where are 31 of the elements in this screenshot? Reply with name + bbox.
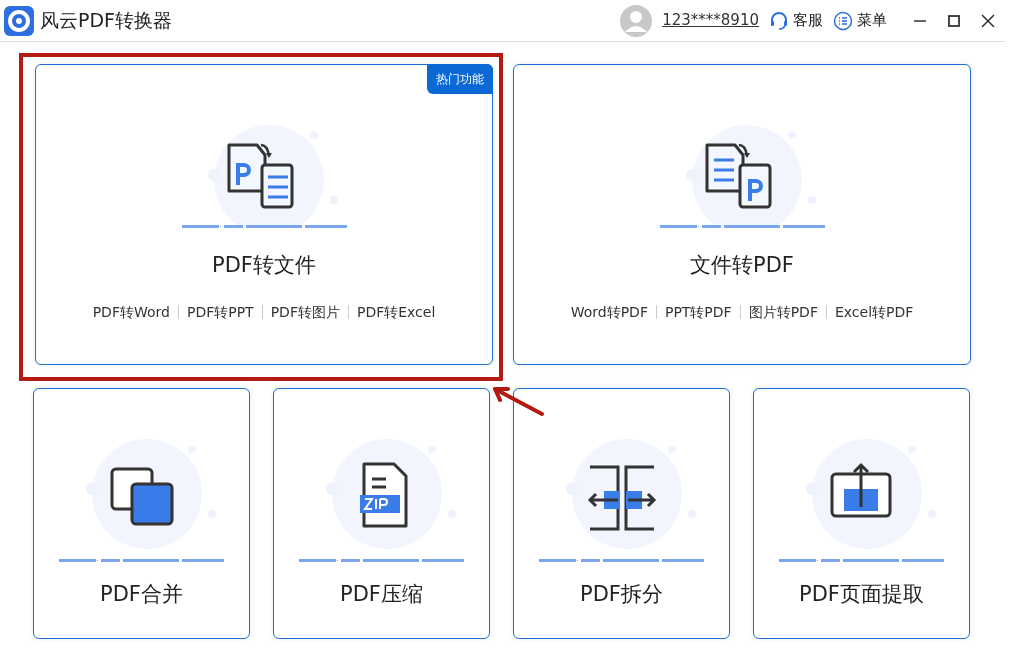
account-link[interactable]: 123****8910 [662, 9, 759, 32]
tool-card[interactable]: PDF压缩 [273, 388, 490, 639]
conversion-link[interactable]: Word转PDF [570, 301, 648, 323]
window-title: 风云PDF转换器 [40, 8, 173, 34]
menu-list-icon [833, 10, 853, 31]
menu-button[interactable]: 菜单 [833, 9, 887, 32]
conversion-link[interactable]: Excel转PDF [834, 301, 914, 323]
conversion-link[interactable]: 图片转PDF [748, 301, 818, 323]
conversion-link[interactable]: PDF转Excel [356, 301, 436, 323]
card-title: PDF压缩 [340, 581, 423, 608]
card-title: PDF转文件 [212, 252, 316, 279]
annotation-arrow [490, 384, 546, 418]
maximize-icon[interactable] [947, 13, 961, 28]
feature-card[interactable]: 文件转PDF Word转PDF PPT转PDF 图片转PDF Excel转PDF [513, 64, 971, 365]
conversion-link[interactable]: PDF转Word [92, 301, 170, 323]
card-title: PDF拆分 [580, 581, 663, 608]
feature-card[interactable]: PDF转文件 PDF转Word PDF转PPT PDF转图片 PDF转Excel 热门功能 [35, 64, 493, 365]
service-button[interactable]: 客服 [769, 9, 823, 32]
conversion-link[interactable]: PPT转PDF [664, 301, 732, 323]
close-icon[interactable] [981, 13, 995, 28]
card-title: PDF合并 [100, 581, 183, 608]
app-logo-icon [4, 5, 34, 36]
headset-icon [769, 10, 789, 31]
card-title: PDF页面提取 [799, 581, 924, 608]
hot-badge: 热门功能 [427, 64, 493, 94]
conversion-link[interactable]: PDF转图片 [270, 301, 340, 323]
conversion-link[interactable]: PDF转PPT [186, 301, 254, 323]
tool-card[interactable]: PDF合并 [33, 388, 250, 639]
tool-card[interactable]: PDF页面提取 [753, 388, 970, 639]
card-title: 文件转PDF [690, 252, 794, 279]
tool-card[interactable]: PDF拆分 [513, 388, 730, 639]
